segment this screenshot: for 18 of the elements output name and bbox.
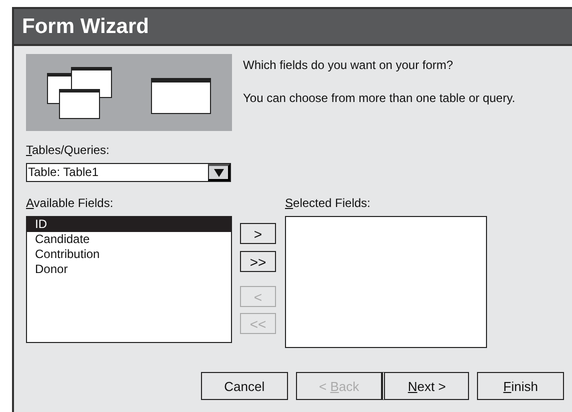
- instruction-text: Which fields do you want on your form?: [243, 58, 454, 72]
- dialog-button[interactable]: Cancel: [201, 372, 288, 400]
- move-button[interactable]: >: [240, 223, 276, 244]
- move-button[interactable]: >>: [240, 251, 276, 272]
- tables-dropdown[interactable]: Table: Table1: [26, 163, 231, 182]
- caret-icon: [214, 168, 224, 176]
- list-item[interactable]: Candidate: [27, 232, 231, 247]
- dropdown-button[interactable]: [208, 164, 230, 181]
- list-item[interactable]: ID: [27, 217, 231, 232]
- field-label: Tables/Queries:: [26, 143, 110, 157]
- window-title: Form Wizard: [14, 9, 572, 46]
- dialog-button[interactable]: Next >: [382, 372, 470, 400]
- instruction-text: You can choose from more than one table or query.: [243, 91, 516, 105]
- field-label: Available Fields:: [26, 196, 114, 210]
- dialog-button[interactable]: Finish: [477, 372, 564, 400]
- list-item[interactable]: Contribution: [27, 247, 231, 262]
- list-item[interactable]: Donor: [27, 262, 231, 277]
- field-label: Selected Fields:: [285, 196, 372, 210]
